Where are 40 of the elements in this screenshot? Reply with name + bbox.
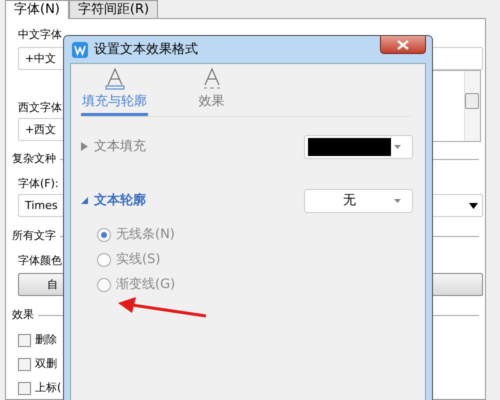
tab[interactable]: 字体(N) bbox=[5, 0, 69, 19]
section-label: 文本轮廓 bbox=[94, 192, 146, 210]
field-label: 西文字体 bbox=[18, 100, 62, 116]
radio-option[interactable]: 实线(S) bbox=[97, 248, 160, 272]
checkbox-label: 双删 bbox=[35, 356, 57, 372]
field-label: 字体(F): bbox=[18, 176, 59, 192]
app-logo-icon bbox=[72, 42, 88, 58]
section-label: 文本填充 bbox=[94, 138, 146, 156]
dropdown-arrow-icon bbox=[469, 203, 478, 209]
tab[interactable]: 效果 bbox=[178, 64, 245, 116]
scrollbar[interactable] bbox=[464, 71, 480, 141]
text-fill-icon bbox=[102, 66, 126, 90]
line-dropdown[interactable]: 无 bbox=[304, 188, 413, 212]
font-list[interactable] bbox=[431, 70, 481, 142]
section-heading: 所有文字 bbox=[12, 228, 56, 244]
radio-option[interactable]: 渐变线(G) bbox=[97, 272, 176, 298]
checkbox[interactable] bbox=[18, 334, 31, 346]
window-title: 设置文本效果格式 bbox=[94, 40, 198, 59]
field-label: 中文字体 bbox=[18, 27, 62, 43]
radio-option[interactable]: 无线条(N) bbox=[97, 222, 175, 248]
section-heading: 复杂文种 bbox=[12, 151, 56, 167]
color-dropdown[interactable] bbox=[304, 134, 413, 158]
dropdown-value: 无 bbox=[342, 192, 357, 210]
combo-value: Times bbox=[25, 199, 58, 212]
checkbox[interactable] bbox=[18, 382, 31, 394]
collapsed-triangle-icon[interactable] bbox=[81, 142, 88, 151]
field-label: 字体颜色 bbox=[18, 253, 62, 269]
expanded-triangle-icon[interactable] bbox=[81, 197, 88, 204]
checkbox[interactable] bbox=[18, 358, 31, 370]
close-button[interactable] bbox=[380, 36, 426, 54]
checkbox-label: 删除 bbox=[35, 332, 57, 348]
scroll-thumb[interactable] bbox=[465, 93, 479, 109]
tab[interactable]: 填充与轮廓 bbox=[81, 64, 148, 116]
radio-button[interactable] bbox=[97, 278, 111, 292]
checkbox-label: 上标( bbox=[35, 380, 62, 396]
radio-button[interactable] bbox=[97, 253, 111, 267]
tab[interactable]: 字符间距(R) bbox=[68, 0, 158, 18]
radio-button[interactable] bbox=[97, 228, 111, 242]
close-icon bbox=[396, 40, 410, 50]
section-heading: 效果 bbox=[12, 307, 34, 323]
